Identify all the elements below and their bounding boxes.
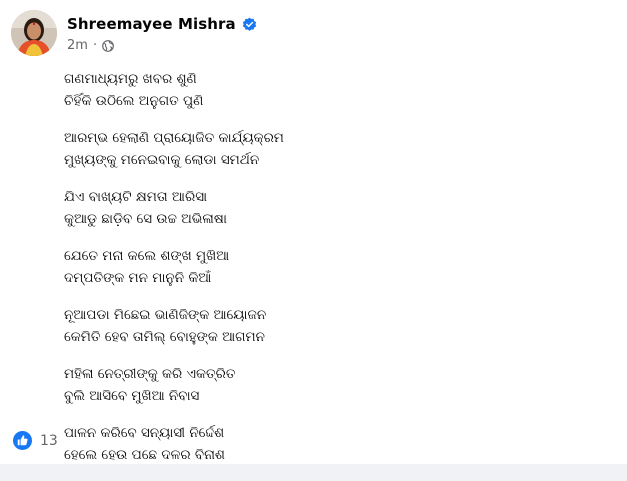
- poem-line: କୁଆଡୁ ଛାଡ଼ିବ ସେ ଉଚ୍ଚ ଅଭିଳାଷା: [64, 211, 227, 227]
- poem-stanza: ଗଣମାଧ୍ୟମରୁ ଖବର ଶୁଣି ଚିହିଁକି ଉଠିଲେ ଅନୁଗତ …: [64, 68, 584, 112]
- poem-stanza: ନୂଆପଡା ମିଛେଇ ଭାଣିଜିଙ୍କ ଆୟୋଜନ କେମିତି ହେବ …: [64, 304, 584, 348]
- verified-badge-icon: [242, 17, 257, 32]
- author-row: Shreemayee Mishra: [67, 13, 257, 35]
- poem-line: ମୁଖ୍ୟଙ୍କୁ ମନେଇବାକୁ ଲୋଡା ସମର୍ଥନ: [64, 152, 260, 168]
- post-text: ଗଣମାଧ୍ୟମରୁ ଖବର ଶୁଣି ଚିହିଁକି ଉଠିଲେ ଅନୁଗତ …: [64, 68, 584, 481]
- poem-line: ଚିହିଁକି ଉଠିଲେ ଅନୁଗତ ପୁଣି: [64, 93, 204, 109]
- like-icon[interactable]: [13, 431, 32, 450]
- post-card: Shreemayee Mishra 2m · ଗଣମାଧ୍ୟମରୁ ଖବର ଶୁ…: [0, 0, 627, 464]
- poem-line: ନୂଆପଡା ମିଛେଇ ଭାଣିଜିଙ୍କ ଆୟୋଜନ: [64, 307, 267, 323]
- poem-stanza: ମହିଳା ନେତ୍ରୀଙ୍କୁ କରି ଏକତ୍ରିତ ବୁଲି ଆସିବେ …: [64, 363, 584, 407]
- poem-line: ଦମ୍ପତିଙ୍କ ମନ ମାନୁନି କିଆଁ: [64, 270, 212, 286]
- poem-line: ହେଲେ ହେଉ ପଛେ ଦଳର ବିନାଶ: [64, 447, 225, 463]
- poem-line: ପାଳନ କରିବେ ସନ୍ୟାସୀ ନିର୍ଦ୍ଦେଶ: [64, 425, 225, 441]
- author-avatar[interactable]: [11, 10, 57, 56]
- poem-line: କେମିତି ହେବ ତାମିଲ୍ ବୋହୁଙ୍କ ଆଗମନ: [64, 329, 265, 345]
- poem-stanza: ଯେତେ ମନା କଲେ ଶଙ୍ଖ ମୁଖିଆ ଦମ୍ପତିଙ୍କ ମନ ମାନ…: [64, 245, 584, 289]
- author-name[interactable]: Shreemayee Mishra: [67, 15, 236, 33]
- poem-stanza: ଯିଏ ବାଖ୍ୟଟି କ୍ଷମତା ଆରିସା କୁଆଡୁ ଛାଡ଼ିବ ସେ…: [64, 186, 584, 230]
- post-timestamp[interactable]: 2m: [67, 38, 88, 53]
- post-header: Shreemayee Mishra 2m ·: [11, 10, 257, 60]
- reactions-summary[interactable]: 13: [13, 431, 58, 450]
- avatar-photo: [11, 10, 57, 56]
- poem-line: ଗଣମାଧ୍ୟମରୁ ଖବର ଶୁଣି: [64, 71, 197, 87]
- poem-line: ଯିଏ ବାଖ୍ୟଟି କ୍ଷମତା ଆରିସା: [64, 189, 208, 205]
- reaction-count[interactable]: 13: [40, 433, 58, 449]
- poem-line: ମହିଳା ନେତ୍ରୀଙ୍କୁ କରି ଏକତ୍ରିତ: [64, 366, 236, 382]
- globe-icon[interactable]: [102, 39, 114, 52]
- poem-stanza: ଆରମ୍ଭ ହେଲାଣି ପ୍ରାୟୋଜିତ କାର୍ଯ୍ୟକ୍ରମ ମୁଖ୍ୟ…: [64, 127, 584, 171]
- poem-stanza: ପାଳନ କରିବେ ସନ୍ୟାସୀ ନିର୍ଦ୍ଦେଶ ହେଲେ ହେଉ ପଛ…: [64, 422, 584, 466]
- poem-line: ବୁଲି ଆସିବେ ମୁଖିଆ ନିବାସ: [64, 388, 200, 404]
- poem-line: ଆରମ୍ଭ ହେଲାଣି ପ୍ରାୟୋଜିତ କାର୍ଯ୍ୟକ୍ରମ: [64, 130, 284, 146]
- post-meta: Shreemayee Mishra 2m ·: [67, 13, 257, 53]
- meta-separator: ·: [92, 38, 98, 53]
- post-subtitle: 2m ·: [67, 38, 257, 53]
- poem-line: ଯେତେ ମନା କଲେ ଶଙ୍ଖ ମୁଖିଆ: [64, 248, 230, 264]
